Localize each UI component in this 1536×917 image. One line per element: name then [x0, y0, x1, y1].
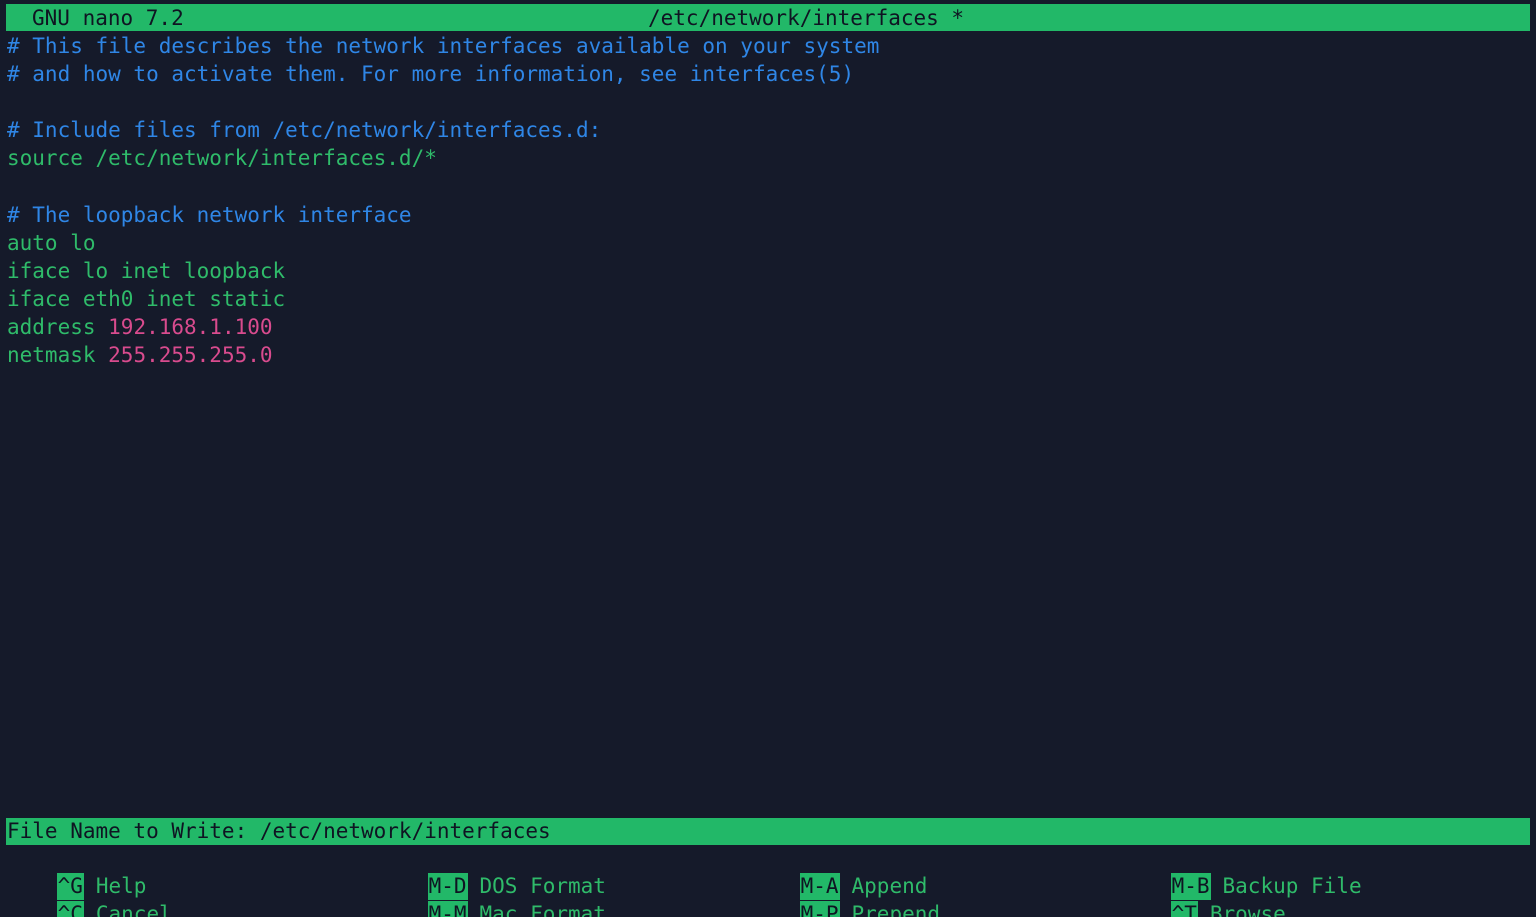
shortcut-dos-format[interactable]: M-D DOS Format [377, 846, 606, 900]
editor-line[interactable]: address 192.168.1.100 [7, 313, 1529, 341]
editor-line-blank[interactable] [7, 88, 1529, 116]
code-text: netmask [7, 343, 109, 368]
editor-line[interactable]: source /etc/network/interfaces.d/* [7, 144, 1529, 172]
shortcut-append[interactable]: M-A Append [749, 846, 927, 900]
comment-text: # and how to activate them. For more inf… [7, 62, 855, 87]
comment-text: # This file describes the network interf… [7, 34, 880, 58]
editor-line[interactable]: iface eth0 inet static [7, 285, 1529, 313]
shortcut-prepend[interactable]: M-P Prepend [749, 874, 940, 917]
editor-line[interactable]: auto lo [7, 229, 1529, 257]
filename-prompt[interactable]: File Name to Write: /etc/network/interfa… [6, 818, 1530, 845]
filename-prompt-text[interactable]: File Name to Write: /etc/network/interfa… [7, 818, 551, 845]
shortcut-key: M-M [427, 901, 468, 917]
shortcut-label: Cancel [95, 902, 172, 917]
shortcut-key: ^C [56, 901, 84, 917]
editor-buffer[interactable]: # This file describes the network interf… [7, 32, 1529, 369]
editor-line[interactable]: iface lo inet loopback [7, 257, 1529, 285]
comment-text: # Include files from /etc/network/interf… [7, 118, 602, 143]
editor-line[interactable]: # The loopback network interface [7, 201, 1529, 229]
shortcut-key: M-P [799, 901, 840, 917]
value-text: 192.168.1.100 [108, 314, 273, 339]
shortcut-key: ^T [1170, 901, 1198, 917]
value-text: 255.255.255.0 [108, 343, 273, 368]
shortcut-bar: ^G Help ^C Cancel M-D DOS Format M-M Mac For… [6, 846, 1530, 917]
editor-line[interactable]: # This file describes the network interf… [7, 32, 1529, 60]
app-version: GNU nano 7.2 [32, 6, 184, 30]
code-text: auto lo [7, 230, 96, 255]
shortcut-backup-file[interactable]: M-B Backup File [1120, 846, 1362, 900]
code-text: iface lo inet loopback [7, 258, 286, 283]
editor-line-blank[interactable] [7, 172, 1529, 200]
editor-line[interactable]: netmask 255.255.255.0 [7, 341, 1529, 369]
shortcut-label: Prepend [851, 902, 941, 917]
shortcut-label: Mac Format [479, 902, 606, 917]
shortcut-mac-format[interactable]: M-M Mac Format [377, 874, 606, 917]
editor-line[interactable]: # and how to activate them. For more inf… [7, 60, 1529, 88]
editor-line[interactable]: # Include files from /etc/network/interf… [7, 116, 1529, 144]
shortcut-cancel[interactable]: ^C Cancel [6, 874, 172, 917]
code-text: source /etc/network/interfaces.d/* [7, 146, 437, 171]
shortcut-label: Browse [1209, 902, 1286, 917]
comment-text: # The loopback network interface [7, 202, 412, 227]
code-text: address [7, 314, 109, 339]
shortcut-browse[interactable]: ^T Browse [1120, 874, 1286, 917]
title-bar: GNU nano 7.2 /etc/network/interfaces * [6, 4, 1530, 31]
code-text: iface eth0 inet static [7, 286, 286, 311]
file-name-modified: /etc/network/interfaces * [648, 6, 965, 30]
shortcut-help[interactable]: ^G Help [6, 846, 146, 900]
